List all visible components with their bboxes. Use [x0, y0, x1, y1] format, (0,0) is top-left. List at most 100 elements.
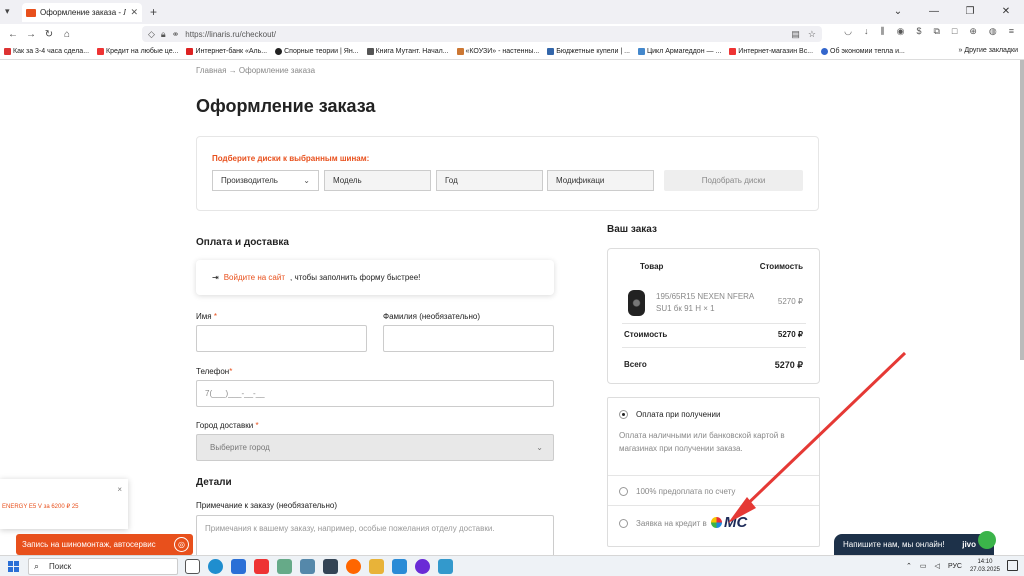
- vpn-icon[interactable]: ⊕: [969, 26, 977, 37]
- file-explorer-icon[interactable]: [369, 559, 384, 574]
- download-icon[interactable]: ↓: [864, 26, 869, 37]
- payment-options: Оплата при получении Оплата наличными ил…: [607, 397, 820, 547]
- model-select[interactable]: Модель: [324, 170, 431, 191]
- screenshot-icon[interactable]: □: [952, 26, 957, 37]
- phone-input[interactable]: 7(___)___-__-__: [196, 380, 554, 407]
- volume-icon[interactable]: ◁: [935, 562, 940, 570]
- reload-button[interactable]: ↻: [40, 29, 58, 40]
- chevron-down-icon: ⌄: [536, 443, 543, 452]
- chevron-down-icon[interactable]: ⌄: [880, 0, 916, 24]
- surname-label: Фамилия (необязательно): [383, 312, 480, 321]
- payment-radio-cod[interactable]: [619, 410, 628, 419]
- store-icon[interactable]: [231, 559, 246, 574]
- promo-close-icon[interactable]: ×: [117, 485, 122, 494]
- bookmark-item[interactable]: Книга Мутант. Начал...: [366, 48, 449, 55]
- surname-input[interactable]: [383, 325, 554, 352]
- tab-title: Оформление заказа - Линарис: [40, 8, 127, 17]
- network-icon[interactable]: ▭: [920, 562, 927, 570]
- app-icon[interactable]: [277, 559, 292, 574]
- payment-option-cod[interactable]: Оплата при получении: [636, 410, 720, 419]
- promo-text[interactable]: ENERGY E5 V за 6200 ₽ 25: [2, 503, 79, 510]
- menu-icon[interactable]: ≡: [1009, 26, 1014, 37]
- red-arrow-annotation: [728, 351, 907, 523]
- breadcrumb-home-link[interactable]: Главная: [196, 66, 226, 75]
- bookmarks-bar: Как за 3-4 часа сдела... Кредит на любые…: [0, 44, 1024, 60]
- bookmark-icon: [821, 48, 829, 55]
- modification-select[interactable]: Модификаци: [547, 170, 654, 191]
- address-bar[interactable]: ◇ 🔒︎ ⚭ https://linaris.ru/checkout/ ▤ ☆: [142, 26, 822, 42]
- bookmark-star-icon[interactable]: ☆: [808, 29, 816, 40]
- minimize-button[interactable]: —: [916, 0, 952, 24]
- bookmark-item[interactable]: «КОУЗИ» - настенны...: [456, 48, 539, 55]
- shield-icon[interactable]: ◇: [148, 29, 155, 40]
- yandex-icon[interactable]: [254, 559, 269, 574]
- bookmark-item[interactable]: Цикл Армагеддон — ...: [637, 48, 721, 55]
- new-tab-button[interactable]: +: [150, 5, 157, 19]
- language-indicator[interactable]: РУС: [948, 563, 962, 570]
- windows-start-icon[interactable]: [8, 561, 19, 572]
- edge-icon[interactable]: [208, 559, 223, 574]
- mc-logo-text: MC: [724, 514, 748, 531]
- library-icon[interactable]: ⫼: [880, 26, 884, 37]
- page-content: Главная → Оформление заказа Оформление з…: [0, 60, 1024, 555]
- lock-icon[interactable]: 🔒︎: [161, 29, 166, 40]
- taskbar-search[interactable]: ⌕ Поиск: [28, 558, 178, 575]
- back-button[interactable]: ←: [4, 29, 22, 40]
- payment-option-credit[interactable]: Заявка на кредит в: [636, 519, 707, 528]
- app-icon[interactable]: [300, 559, 315, 574]
- bookmark-item[interactable]: Об экономии тепла и...: [821, 48, 905, 55]
- manufacturer-select[interactable]: Производитель ⌄: [212, 170, 319, 191]
- browser-tab[interactable]: Оформление заказа - Линарис ✕: [22, 3, 142, 22]
- name-input[interactable]: [196, 325, 367, 352]
- order-note-textarea[interactable]: Примечания к вашему заказу, например, ос…: [196, 515, 554, 555]
- window-close-button[interactable]: ✕: [988, 0, 1024, 24]
- pocket-icon[interactable]: ◡: [844, 26, 852, 37]
- window-controls: ⌄ — ❐ ✕: [880, 0, 1024, 24]
- app-icon[interactable]: [438, 559, 453, 574]
- bookmark-item[interactable]: Как за 3-4 часа сдела...: [4, 48, 89, 55]
- page-scrollbar[interactable]: [1020, 60, 1024, 360]
- url-text[interactable]: https://linaris.ru/checkout/: [185, 30, 276, 39]
- chat-brand: jivo: [962, 540, 976, 549]
- divider: [608, 505, 819, 506]
- extensions-icon[interactable]: ⧉: [933, 26, 939, 37]
- close-icon[interactable]: ✕: [130, 7, 138, 18]
- payment-option-prepay[interactable]: 100% предоплата по счету: [636, 487, 735, 496]
- payment-radio-credit[interactable]: [619, 519, 628, 528]
- task-view-icon[interactable]: [185, 559, 200, 574]
- app-icon[interactable]: [415, 559, 430, 574]
- login-link[interactable]: Войдите на сайт: [224, 273, 285, 282]
- firefox-icon[interactable]: [346, 559, 361, 574]
- city-select[interactable]: Выберите город ⌄: [196, 434, 554, 461]
- bookmark-item[interactable]: Интернет-банк «Аль...: [186, 48, 267, 55]
- bookmark-item[interactable]: Бюджетные купели | ...: [547, 48, 630, 55]
- payment-radio-prepay[interactable]: [619, 487, 628, 496]
- chat-widget[interactable]: Напишите нам, мы онлайн! jivo: [834, 531, 996, 555]
- other-bookmarks[interactable]: » Другие закладки: [959, 47, 1018, 54]
- bookmark-item[interactable]: Интернет-магазин Вс...: [729, 48, 813, 55]
- maximize-button[interactable]: ❐: [952, 0, 988, 24]
- sync-icon[interactable]: $: [916, 26, 921, 37]
- site-favicon-icon: [26, 8, 36, 17]
- year-select[interactable]: Год: [436, 170, 543, 191]
- app-icon[interactable]: [392, 559, 407, 574]
- bookmark-item[interactable]: Спорные теории | Ян...: [275, 48, 359, 55]
- bookmark-item[interactable]: Кредит на любые це...: [97, 48, 178, 55]
- account-icon[interactable]: ◉: [897, 26, 905, 37]
- permissions-icon[interactable]: ⚭: [172, 29, 180, 40]
- app-icon[interactable]: [323, 559, 338, 574]
- forward-button[interactable]: →: [22, 29, 40, 40]
- details-heading: Детали: [196, 477, 232, 488]
- tab-list-icon[interactable]: ▾: [5, 6, 10, 17]
- firefox-icon[interactable]: ◍: [989, 26, 997, 37]
- clock[interactable]: 14:10 27.03.2025: [970, 558, 1000, 574]
- browser-tabbar: ▾ Оформление заказа - Линарис ✕ + ⌄ — ❐ …: [0, 0, 1024, 24]
- reader-view-icon[interactable]: ▤: [791, 29, 800, 40]
- notifications-icon[interactable]: [1007, 560, 1018, 571]
- pick-wheels-button[interactable]: Подобрать диски: [664, 170, 803, 191]
- home-button[interactable]: ⌂: [58, 29, 76, 40]
- chevron-up-icon[interactable]: ⌃: [906, 562, 912, 570]
- total-value: 5270 ₽: [774, 360, 803, 370]
- bookmark-icon: [186, 48, 194, 55]
- service-booking-banner[interactable]: Запись на шиномонтаж, автосервис ◎: [16, 534, 193, 555]
